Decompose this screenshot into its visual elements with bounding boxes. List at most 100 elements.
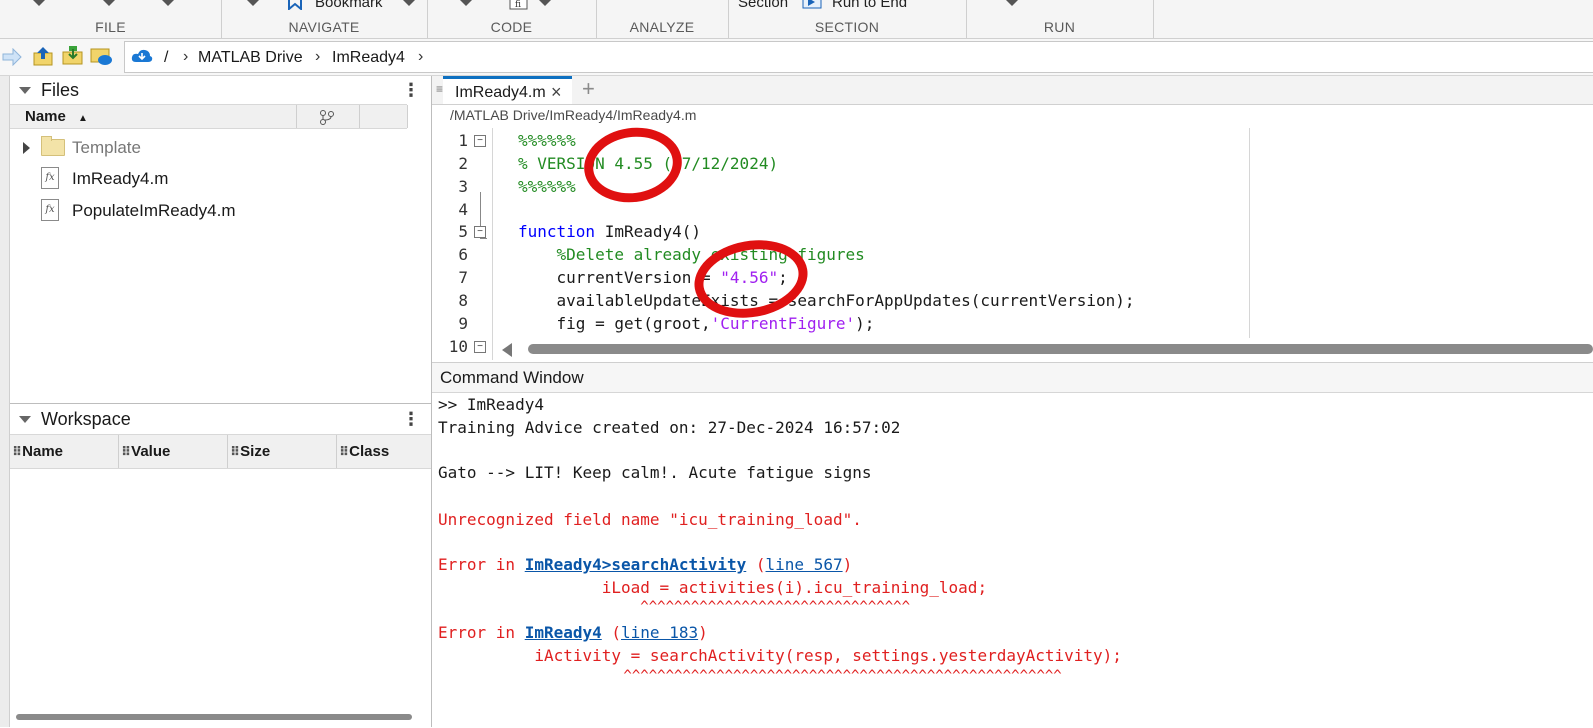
run-to-end-button[interactable]: Run to End xyxy=(832,0,907,11)
output-line: Training Advice created on: 27-Dec-2024 … xyxy=(438,418,901,437)
bookmark-button[interactable]: Bookmark xyxy=(315,0,383,11)
error-paren: ( xyxy=(601,623,622,642)
editor: ≡ ImReady4.m × + /MATLAB Drive/ImReady4/… xyxy=(432,76,1593,360)
git-branch-icon xyxy=(320,110,334,125)
run-to-end-icon[interactable] xyxy=(802,0,822,10)
browse-folder-icon[interactable] xyxy=(62,45,84,65)
sort-ascending-icon: ▲ xyxy=(78,113,88,124)
chevron-down-icon[interactable] xyxy=(1006,0,1018,6)
file-name: Template xyxy=(72,138,141,157)
forward-arrow-icon[interactable] xyxy=(2,48,22,66)
file-name: PopulateImReady4.m xyxy=(72,201,236,220)
line-number: 4 xyxy=(458,200,468,219)
function-signature: ImReady4() xyxy=(595,222,702,241)
new-tab-icon[interactable]: + xyxy=(582,76,595,102)
error-code: iLoad = activities(i).icu_training_load; xyxy=(438,578,988,597)
error-function-link[interactable]: ImReady4 xyxy=(525,623,602,642)
breadcrumb-matlab-drive[interactable]: MATLAB Drive xyxy=(198,49,303,67)
panel-divider[interactable] xyxy=(10,403,431,404)
collapse-workspace-icon[interactable] xyxy=(19,416,31,423)
code-line-3: %%%%%% xyxy=(518,177,576,196)
chevron-down-icon[interactable] xyxy=(103,0,115,6)
code-line-9: fig = get(groot,'CurrentFigure'); xyxy=(518,314,875,333)
collapse-files-icon[interactable] xyxy=(19,87,31,94)
workspace-column-value[interactable]: ⠿ Value xyxy=(119,435,228,468)
list-item[interactable]: fx PopulateImReady4.m xyxy=(10,196,430,226)
chevron-right-icon[interactable]: › xyxy=(418,48,423,66)
section-label-analyze: ANALYZE xyxy=(629,19,695,35)
column-label: Size xyxy=(240,443,271,460)
drag-grip-icon[interactable]: ⠿ xyxy=(339,444,349,459)
error-location: Error in ImReady4>searchActivity (line 5… xyxy=(438,555,852,574)
drag-grip-icon[interactable]: ⠿ xyxy=(230,444,240,459)
matlab-drive-cloud-icon[interactable] xyxy=(131,49,153,63)
chevron-down-icon[interactable] xyxy=(247,0,259,6)
line-number: 6 xyxy=(458,245,468,264)
editor-horizontal-scrollbar[interactable] xyxy=(502,341,1593,357)
tab-list-icon[interactable]: ≡ xyxy=(436,82,443,96)
workspace-column-class[interactable]: ⠿ Class xyxy=(337,435,431,468)
command-window[interactable]: Command Window >> ImReady4 Training Advi… xyxy=(432,362,1593,728)
workspace-column-name[interactable]: ⠿ Name xyxy=(10,435,119,468)
chevron-down-icon[interactable] xyxy=(162,0,174,6)
scroll-left-icon[interactable] xyxy=(502,343,512,357)
column-label: Name xyxy=(22,443,64,460)
line-number: 5 xyxy=(458,222,468,241)
cloud-folder-icon[interactable] xyxy=(90,45,114,67)
function-file-icon: fx xyxy=(41,199,59,221)
error-paren: ) xyxy=(698,623,708,642)
expand-icon[interactable] xyxy=(23,142,30,154)
error-location: Error in ImReady4 (line 183) xyxy=(438,623,708,642)
files-column-name[interactable]: Name ▲ xyxy=(10,105,297,128)
up-folder-icon[interactable] xyxy=(33,46,53,66)
chevron-right-icon: › xyxy=(183,48,189,65)
breadcrumb-root[interactable]: / xyxy=(164,49,168,67)
line-number: 10 xyxy=(448,337,468,356)
workspace-panel-title: Workspace xyxy=(41,409,131,429)
fold-end xyxy=(480,238,487,239)
files-column-git[interactable] xyxy=(297,105,360,128)
code-line-1: %%%%%% xyxy=(518,131,576,150)
toolstrip-section-section: Section Run to End SECTION xyxy=(728,0,967,38)
chevron-down-icon[interactable] xyxy=(460,0,472,6)
bookmark-icon[interactable] xyxy=(287,0,303,10)
files-panel-menu-icon[interactable]: ⋮ xyxy=(402,80,420,101)
files-panel-title: Files xyxy=(41,80,80,100)
function-icon[interactable]: fi xyxy=(509,0,529,11)
function-file-icon: fx xyxy=(41,167,59,189)
line-number: 7 xyxy=(458,268,468,287)
drag-grip-icon[interactable]: ⠿ xyxy=(121,444,131,459)
error-carets: ^^^^^^^^^^^^^^^^^^^^^^^^^^^^^^^^ xyxy=(438,599,911,615)
fold-collapse-icon[interactable]: − xyxy=(474,341,486,353)
workspace-column-size[interactable]: ⠿ Size xyxy=(228,435,337,468)
workspace-panel-menu-icon[interactable]: ⋮ xyxy=(402,409,420,430)
error-function-link[interactable]: ImReady4>searchActivity xyxy=(525,555,747,574)
column-label: Value xyxy=(131,443,171,460)
files-column-extra[interactable] xyxy=(359,105,408,128)
chevron-down-icon[interactable] xyxy=(403,0,415,6)
list-item[interactable]: fx ImReady4.m xyxy=(10,164,430,194)
error-code: iActivity = searchActivity(resp, setting… xyxy=(438,646,1122,665)
chevron-down-icon[interactable] xyxy=(539,0,551,6)
tab-imready4[interactable]: ImReady4.m × xyxy=(443,76,572,104)
code-text: fig = get(groot, xyxy=(518,314,711,333)
line-number: 2 xyxy=(458,154,468,173)
error-line-link[interactable]: line 183 xyxy=(621,623,698,642)
code-line-5: function ImReady4() xyxy=(518,222,701,241)
fold-collapse-icon[interactable]: − xyxy=(474,135,486,147)
toolstrip-section-file: FILE xyxy=(0,0,222,38)
drag-grip-icon[interactable]: ⠿ xyxy=(12,444,22,459)
close-icon[interactable]: × xyxy=(551,82,562,103)
error-line-link[interactable]: line 567 xyxy=(766,555,843,574)
chevron-down-icon[interactable] xyxy=(33,0,45,6)
breadcrumb-imready4[interactable]: ImReady4 xyxy=(332,49,405,67)
address-field[interactable]: / › MATLAB Drive › ImReady4 › xyxy=(124,41,1593,73)
list-item[interactable]: Template xyxy=(10,133,430,163)
workspace-horizontal-scrollbar[interactable] xyxy=(16,714,412,720)
scrollbar-thumb[interactable] xyxy=(528,344,1593,354)
command-window-titlebar: Command Window xyxy=(432,363,1593,393)
fold-collapse-icon[interactable]: − xyxy=(474,226,486,238)
section-button[interactable]: Section xyxy=(738,0,788,11)
line-number: 8 xyxy=(458,291,468,310)
folder-icon xyxy=(41,136,65,156)
